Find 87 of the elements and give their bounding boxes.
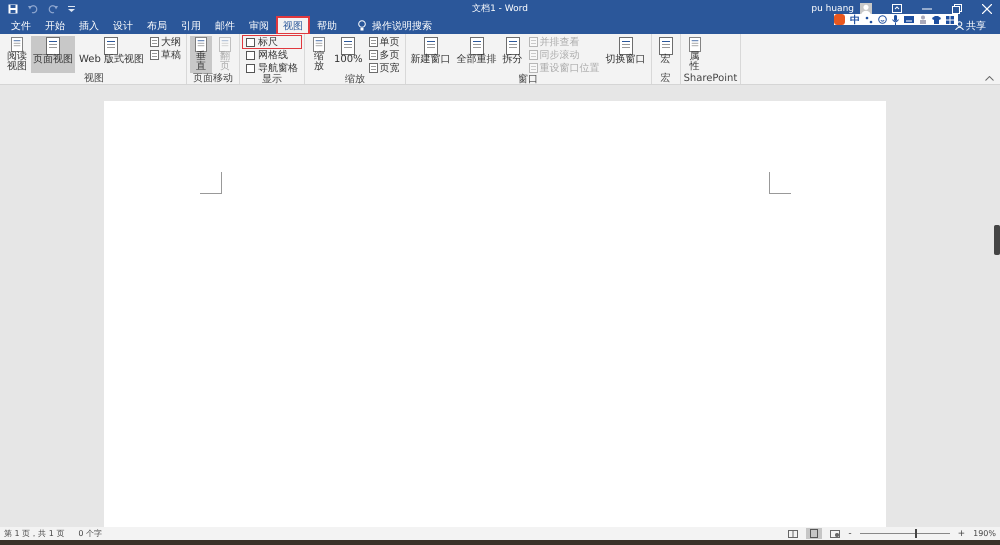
document-icon	[368, 37, 378, 47]
punctuation-icon[interactable]	[865, 16, 873, 24]
document-icon	[150, 50, 159, 60]
ribbon-button[interactable]: 页宽	[366, 62, 402, 74]
ribbon-tab[interactable]: 布局	[141, 17, 173, 34]
smiley-icon[interactable]	[878, 15, 887, 24]
read-mode-icon[interactable]	[788, 530, 798, 538]
group-label: 显示	[260, 74, 283, 85]
ribbon-button[interactable]: 多页	[366, 49, 402, 61]
word-count[interactable]: 0 个字	[78, 528, 102, 539]
ribbon-button[interactable]: 属性	[684, 36, 706, 73]
shirt-icon[interactable]	[932, 16, 941, 24]
redo-icon[interactable]	[48, 4, 58, 14]
ribbon-button[interactable]: 切换窗口	[604, 36, 648, 73]
web-layout-icon[interactable]	[830, 530, 840, 538]
ribbon-button[interactable]: 缩放	[308, 36, 330, 73]
checkbox[interactable]: 标尺	[242, 36, 301, 48]
ribbon-button[interactable]: 全部重排	[454, 36, 499, 73]
ime-logo-icon[interactable]	[834, 14, 845, 25]
checkbox[interactable]: 导航窗格	[242, 62, 301, 74]
document-icon	[339, 37, 358, 55]
document-icon	[368, 63, 378, 73]
group-label: 视图	[82, 73, 105, 84]
ribbon-button[interactable]: 大纲	[148, 36, 183, 48]
ribbon-tab[interactable]: 引用	[175, 17, 207, 34]
document-icon	[468, 37, 486, 55]
microphone-icon[interactable]	[892, 14, 899, 24]
margin-mark	[769, 172, 791, 194]
ribbon-tab[interactable]: 文件	[5, 17, 37, 34]
ribbon-display-icon[interactable]	[892, 4, 902, 13]
document-icon	[44, 37, 62, 55]
ribbon-tab[interactable]: 审阅	[243, 17, 275, 34]
tell-me-search[interactable]: 操作说明搜索	[372, 18, 432, 32]
document-icon	[8, 37, 26, 52]
grid-icon[interactable]	[946, 16, 954, 24]
page-count[interactable]: 第 1 页，共 1 页	[4, 528, 64, 539]
restore-icon[interactable]	[952, 4, 962, 14]
ribbon-button[interactable]: 新建窗口	[408, 36, 453, 73]
zoom-out-button[interactable]: -	[848, 528, 852, 538]
margin-mark	[200, 172, 222, 194]
window-title: 文档1 - Word	[472, 2, 528, 15]
ribbon-button[interactable]: 阅读视图	[5, 36, 29, 73]
lightbulb-icon	[358, 20, 366, 31]
collapse-icon[interactable]	[985, 76, 994, 81]
ribbon-button[interactable]: 单页	[366, 36, 402, 48]
group-label: 宏	[660, 73, 672, 84]
document-icon	[102, 37, 120, 55]
user-name[interactable]: pu huang	[811, 4, 854, 14]
ribbon-button[interactable]: Web 版式视图	[77, 36, 146, 73]
document-icon	[528, 50, 538, 60]
keyboard-icon[interactable]	[904, 16, 914, 23]
ribbon-button[interactable]: 拆分	[500, 36, 525, 73]
ime-mode[interactable]: 中	[850, 12, 860, 26]
document-icon	[656, 37, 675, 55]
document-icon	[504, 37, 522, 55]
document-icon	[528, 63, 538, 73]
document-icon	[616, 37, 635, 55]
checkbox[interactable]: 网格线	[242, 49, 301, 61]
ribbon-button[interactable]: 100%	[332, 36, 365, 73]
customize-icon[interactable]	[68, 4, 75, 12]
document-icon	[422, 37, 440, 55]
undo-icon[interactable]	[28, 4, 38, 14]
ribbon-tab[interactable]: 设计	[107, 17, 139, 34]
group-label: 缩放	[344, 74, 366, 85]
ribbon-tab[interactable]: 视图	[277, 17, 309, 34]
ribbon-tab[interactable]: 帮助	[311, 17, 343, 34]
zoom-level[interactable]: 190%	[973, 529, 996, 538]
print-layout-icon[interactable]	[806, 528, 822, 539]
group-label: 页面移动	[192, 73, 234, 84]
save-icon[interactable]	[8, 4, 18, 14]
ribbon-tab[interactable]: 邮件	[209, 17, 241, 34]
ribbon-tab[interactable]: 插入	[73, 17, 105, 34]
document-icon	[368, 50, 378, 60]
minimize-icon[interactable]	[922, 8, 932, 10]
ribbon-tab[interactable]: 开始	[39, 17, 71, 34]
ribbon-button[interactable]: 宏	[654, 36, 677, 73]
ribbon-button[interactable]: 页面视图	[31, 36, 75, 73]
group-label: 窗口	[517, 74, 540, 85]
avatar-icon[interactable]	[860, 2, 872, 14]
ribbon-button[interactable]: 草稿	[148, 49, 183, 61]
document-icon	[150, 37, 159, 47]
ribbon-button[interactable]: 垂直	[190, 36, 212, 73]
document-icon	[528, 37, 538, 47]
group-label: SharePoint	[684, 73, 738, 84]
close-icon[interactable]	[982, 4, 992, 14]
zoom-in-button[interactable]: +	[958, 528, 966, 538]
share-button[interactable]: 共享	[955, 17, 986, 34]
